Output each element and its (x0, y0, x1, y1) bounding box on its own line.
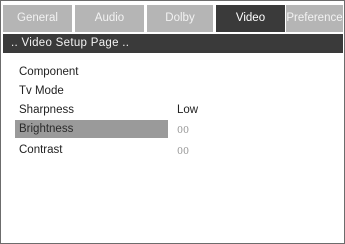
tab-bar: General Audio Dolby Video Preference (3, 5, 343, 32)
tab-video[interactable]: Video (216, 5, 285, 32)
contrast-value: 00 (177, 146, 190, 157)
setting-component[interactable]: Component (19, 66, 78, 78)
tab-dolby[interactable]: Dolby (147, 5, 213, 32)
setting-tv-mode[interactable]: Tv Mode (19, 85, 64, 97)
setup-menu-window: General Audio Dolby Video Preference .. … (0, 0, 345, 244)
tab-general[interactable]: General (3, 5, 72, 32)
setting-sharpness[interactable]: Sharpness (19, 104, 74, 116)
tab-audio[interactable]: Audio (75, 5, 144, 32)
setting-brightness[interactable]: Brightness (19, 123, 73, 135)
sharpness-value: Low (177, 104, 199, 116)
setting-contrast[interactable]: Contrast (19, 144, 62, 156)
tab-preference[interactable]: Preference (286, 5, 343, 32)
brightness-value: 00 (177, 125, 190, 136)
page-title: .. Video Setup Page .. (3, 34, 343, 53)
